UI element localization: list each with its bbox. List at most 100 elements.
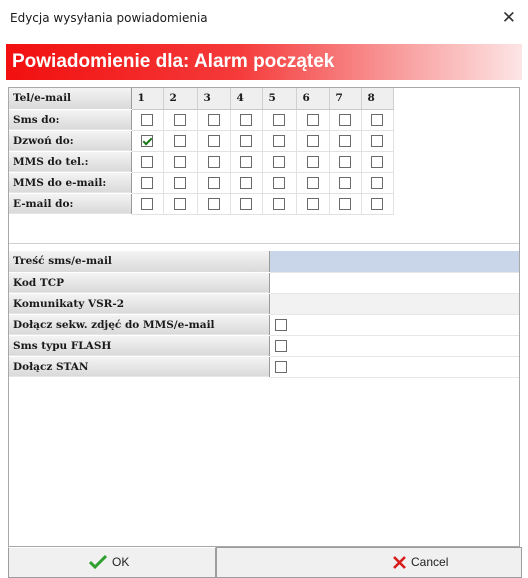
window-title: Edycja wysyłania powiadomienia	[10, 11, 208, 25]
recipient-checkbox[interactable]	[306, 113, 319, 126]
recipient-checkbox[interactable]	[141, 134, 153, 147]
recipient-checkbox[interactable]	[273, 155, 285, 168]
recipient-checkbox[interactable]	[273, 176, 285, 189]
option-row: Kod TCP	[9, 272, 519, 294]
recipient-checkbox[interactable]	[240, 176, 252, 189]
recipient-checkbox[interactable]	[141, 197, 153, 210]
option-row: Komunikaty VSR-2	[9, 293, 519, 315]
option-value-field[interactable]	[269, 272, 519, 294]
option-checkbox[interactable]	[274, 318, 287, 331]
grid-cell	[296, 109, 330, 131]
recipient-checkbox[interactable]	[339, 134, 351, 147]
grid-cell	[131, 151, 164, 173]
option-row: Dołącz sekw. zdjęć do MMS/e-mail	[9, 314, 519, 336]
recipient-checkbox[interactable]	[207, 134, 220, 147]
recipient-checkbox[interactable]	[273, 134, 285, 147]
recipient-checkbox[interactable]	[371, 113, 383, 126]
grid-cell	[296, 151, 330, 173]
recipient-checkbox[interactable]	[240, 134, 252, 147]
grid-cell	[296, 172, 330, 194]
grid-cell	[262, 151, 297, 173]
grid-cell	[262, 109, 297, 131]
recipient-checkbox[interactable]	[339, 113, 351, 126]
recipient-checkbox[interactable]	[240, 113, 252, 126]
recipient-checkbox[interactable]	[174, 197, 186, 210]
grid-row: MMS do tel.:	[9, 151, 394, 173]
option-checkbox-cell[interactable]	[269, 335, 519, 357]
recipient-checkbox[interactable]	[371, 176, 383, 189]
recipient-checkbox[interactable]	[339, 176, 351, 189]
recipient-checkbox[interactable]	[306, 155, 319, 168]
grid-cell	[361, 109, 394, 131]
recipient-checkbox[interactable]	[273, 197, 285, 210]
grid-cell	[329, 172, 362, 194]
grid-header-row: Tel/e-mail 12345678	[9, 88, 394, 110]
grid-cell	[163, 172, 198, 194]
grid-cell	[262, 172, 297, 194]
option-row: Sms typu FLASH	[9, 335, 519, 357]
cancel-label: Cancel	[411, 555, 449, 569]
grid-row: Dzwoń do:	[9, 130, 394, 152]
option-label: Dołącz sekw. zdjęć do MMS/e-mail	[9, 314, 270, 336]
option-label: Treść sms/e-mail	[9, 251, 270, 273]
grid-cell	[361, 151, 394, 173]
option-value-field[interactable]	[269, 251, 519, 273]
recipient-checkbox[interactable]	[174, 155, 186, 168]
grid-cell	[131, 193, 164, 215]
option-checkbox[interactable]	[274, 360, 287, 373]
recipient-checkbox[interactable]	[207, 155, 220, 168]
recipient-checkbox[interactable]	[207, 113, 220, 126]
grid-cell	[163, 151, 198, 173]
recipient-checkbox[interactable]	[141, 176, 153, 189]
grid-column-header: 2	[163, 88, 198, 110]
option-checkbox[interactable]	[274, 339, 287, 352]
grid-cell	[296, 193, 330, 215]
grid-column-header: 3	[197, 88, 231, 110]
recipient-checkbox[interactable]	[141, 155, 153, 168]
options-table: Treść sms/e-mail Kod TCP Komunikaty VSR-2 D…	[9, 251, 519, 378]
recipient-checkbox[interactable]	[240, 197, 252, 210]
grid-column-header: 8	[361, 88, 394, 110]
recipient-checkbox[interactable]	[306, 197, 319, 210]
option-label: Dołącz STAN	[9, 356, 270, 378]
grid-row: Sms do:	[9, 109, 394, 131]
option-label: Kod TCP	[9, 272, 270, 294]
option-checkbox-cell[interactable]	[269, 356, 519, 378]
recipient-checkbox[interactable]	[371, 155, 383, 168]
x-icon	[393, 555, 406, 569]
recipient-checkbox[interactable]	[240, 155, 252, 168]
grid-cell	[361, 130, 394, 152]
close-icon[interactable]: ✕	[502, 8, 516, 28]
grid-column-header: 7	[329, 88, 362, 110]
recipient-checkbox[interactable]	[141, 113, 153, 126]
cancel-button[interactable]: Cancel	[216, 547, 522, 578]
grid-cell	[230, 151, 263, 173]
option-label: Sms typu FLASH	[9, 335, 270, 357]
recipient-checkbox[interactable]	[207, 197, 220, 210]
recipient-checkbox[interactable]	[306, 176, 319, 189]
grid-cell	[230, 109, 263, 131]
option-checkbox-cell[interactable]	[269, 314, 519, 336]
grid-row-label: E-mail do:	[9, 193, 132, 215]
option-value-field[interactable]	[269, 293, 519, 315]
grid-column-header: 4	[230, 88, 263, 110]
recipient-checkbox[interactable]	[273, 113, 285, 126]
recipient-checkbox[interactable]	[371, 197, 383, 210]
recipient-checkbox[interactable]	[174, 134, 186, 147]
recipient-checkbox[interactable]	[207, 176, 220, 189]
grid-row-label: MMS do tel.:	[9, 151, 132, 173]
grid-cell	[197, 109, 231, 131]
grid-cell	[329, 151, 362, 173]
recipient-checkbox[interactable]	[306, 134, 319, 147]
option-label: Komunikaty VSR-2	[9, 293, 270, 315]
recipient-checkbox[interactable]	[174, 113, 186, 126]
recipient-checkbox[interactable]	[174, 176, 186, 189]
recipient-checkbox[interactable]	[339, 155, 351, 168]
grid-cell	[131, 130, 164, 152]
ok-button[interactable]: OK	[8, 547, 216, 578]
grid-cell	[163, 130, 198, 152]
option-row: Dołącz STAN	[9, 356, 519, 378]
recipient-checkbox[interactable]	[339, 197, 351, 210]
recipient-checkbox[interactable]	[371, 134, 383, 147]
grid-corner-label: Tel/e-mail	[9, 88, 132, 110]
